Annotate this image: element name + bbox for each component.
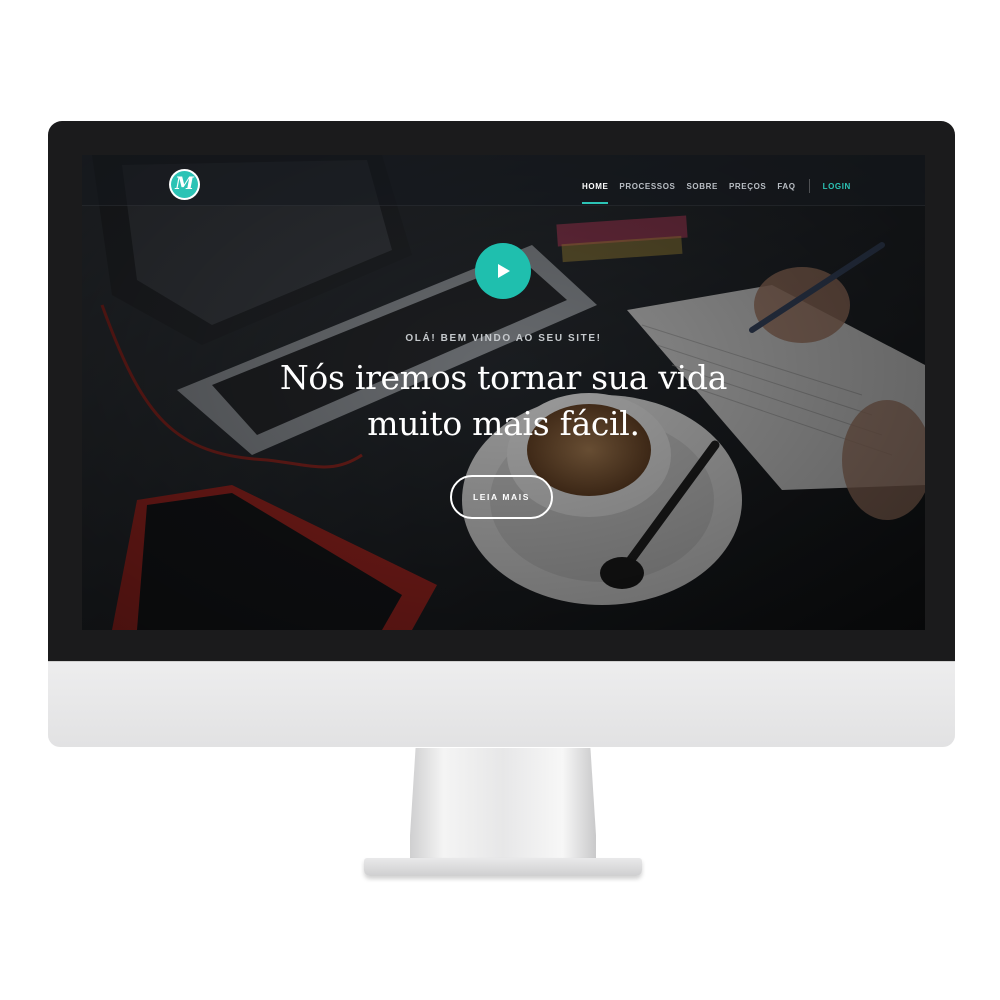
nav-item-processos[interactable]: PROCESSOS — [619, 182, 675, 191]
nav-item-home[interactable]: HOME — [582, 182, 609, 204]
login-link[interactable]: LOGIN — [823, 182, 851, 191]
nav-divider — [808, 179, 810, 193]
monitor-stand-neck — [410, 748, 596, 860]
brand-logo[interactable]: M — [171, 171, 198, 198]
play-video-button[interactable] — [475, 243, 531, 299]
brand-logo-letter: M — [175, 174, 194, 194]
hero-headline-line1: Nós iremos tornar sua vida — [279, 358, 728, 397]
hero-headline: Nós iremos tornar sua vida muito mais fá… — [202, 355, 805, 447]
top-navbar: M HOME PROCESSOS SOBRE PREÇOS FAQ LOGIN — [82, 155, 925, 206]
website-screen: M HOME PROCESSOS SOBRE PREÇOS FAQ LOGIN … — [82, 155, 925, 630]
read-more-button[interactable]: LEIA MAIS — [450, 475, 553, 519]
play-icon — [498, 264, 510, 278]
nav-item-faq[interactable]: FAQ — [777, 182, 795, 191]
nav-item-precos[interactable]: PREÇOS — [729, 182, 766, 191]
nav-menu: HOME PROCESSOS SOBRE PREÇOS FAQ LOGIN — [582, 179, 851, 204]
monitor-chin — [48, 661, 955, 747]
nav-item-sobre[interactable]: SOBRE — [687, 182, 718, 191]
hero-eyebrow: OLÁ! BEM VINDO AO SEU SITE! — [405, 333, 602, 344]
monitor-stand-foot — [364, 858, 642, 876]
hero-headline-line2: muito mais fácil. — [367, 404, 640, 443]
